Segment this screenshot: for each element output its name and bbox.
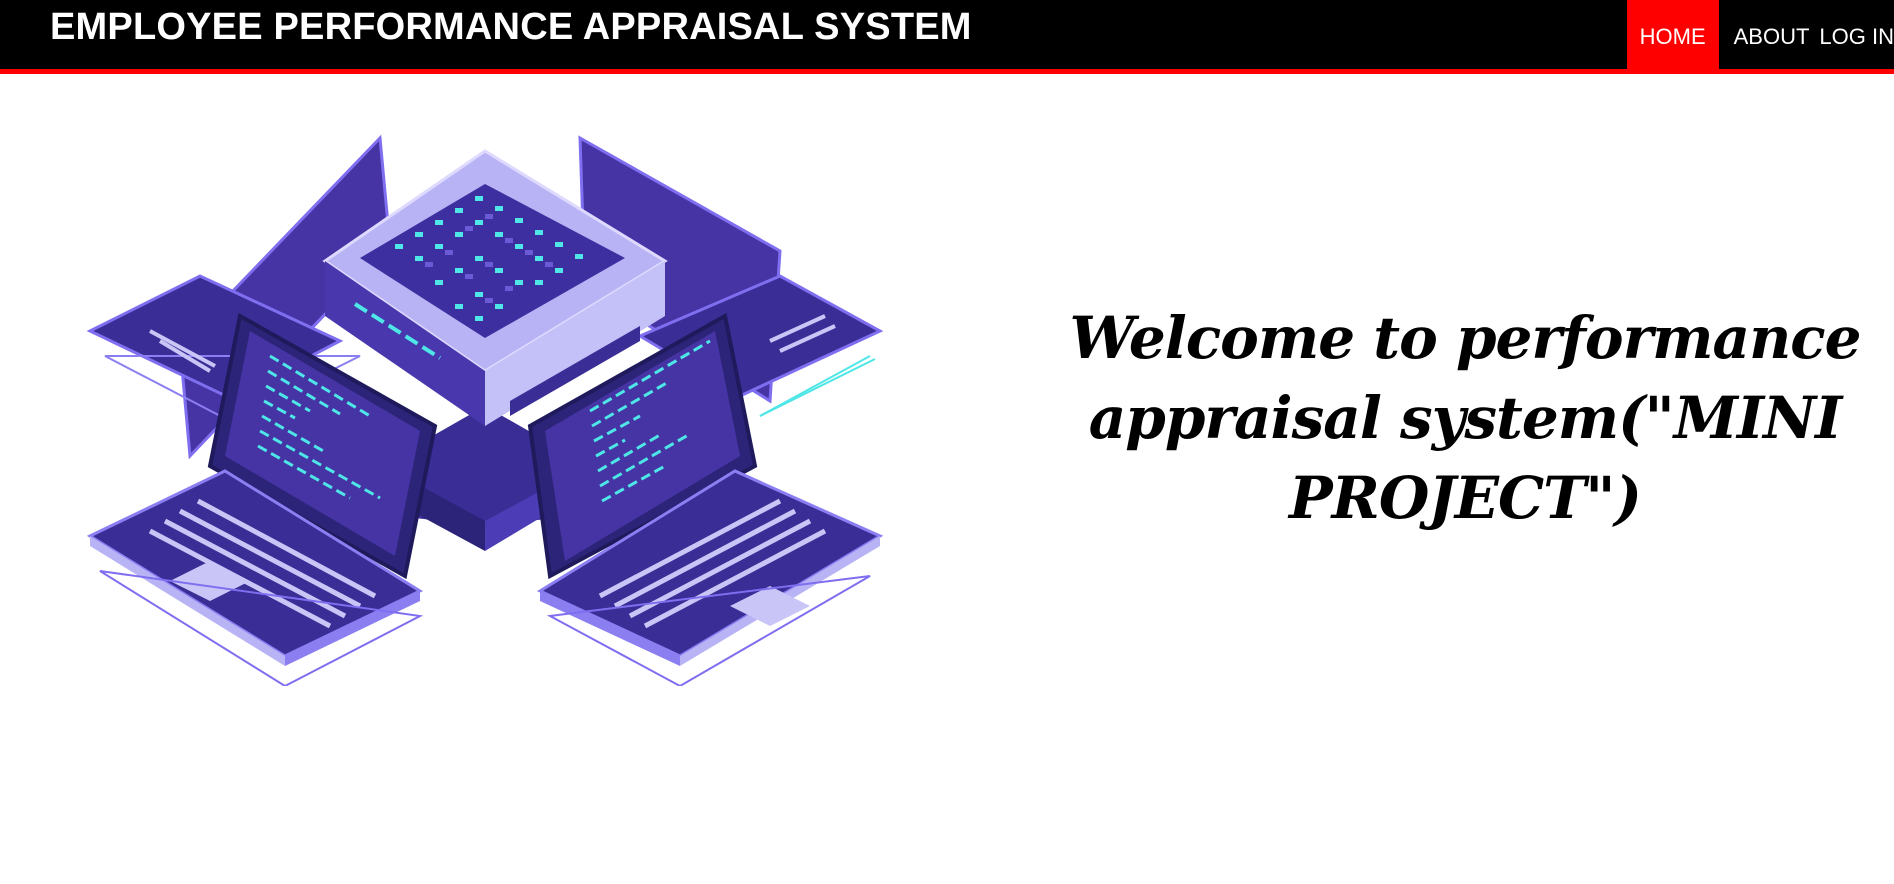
front-left-laptop	[86, 312, 438, 686]
nav-about-link[interactable]: ABOUT	[1722, 0, 1816, 74]
app-title: EMPLOYEE PERFORMANCE APPRAISAL SYSTEM	[50, 6, 972, 48]
nav-links: HOME ABOUT LOG IN	[1626, 0, 1894, 74]
welcome-heading: Welcome to performance appraisal system(…	[1069, 304, 1861, 532]
isometric-laptops-server-icon	[86, 134, 884, 686]
top-navbar: EMPLOYEE PERFORMANCE APPRAISAL SYSTEM HO…	[0, 0, 1894, 74]
nav-login-link[interactable]: LOG IN	[1815, 0, 1894, 74]
nav-home-link[interactable]: HOME	[1626, 0, 1719, 74]
